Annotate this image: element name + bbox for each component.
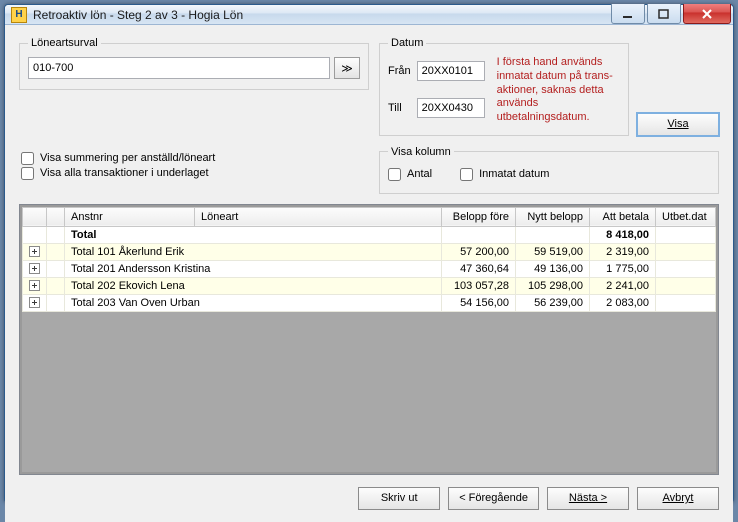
col-rowhead[interactable] [47, 207, 65, 226]
loneart-value: 010-700 [33, 62, 73, 74]
grid-total-row[interactable]: Total 8 418,00 [23, 226, 716, 243]
table-row[interactable]: Total 101 Åkerlund Erik57 200,0059 519,0… [23, 243, 716, 260]
from-date-value: 20XX0101 [422, 65, 473, 77]
expand-icon[interactable] [29, 280, 40, 291]
col-utbet-dat[interactable]: Utbet.dat [656, 207, 716, 226]
chevron-right-double-icon: ≫ [341, 62, 353, 75]
check-antal-label: Antal [407, 168, 432, 180]
col-loneart[interactable]: Löneart [195, 207, 442, 226]
row-nytt-belopp: 56 239,00 [516, 294, 590, 311]
app-icon: H [11, 7, 27, 23]
table-row[interactable]: Total 203 Van Oven Urban54 156,0056 239,… [23, 294, 716, 311]
table-row[interactable]: Total 201 Andersson Kristina47 360,6449 … [23, 260, 716, 277]
to-label: Till [388, 102, 411, 114]
minimize-button[interactable] [611, 4, 645, 24]
titlebar[interactable]: H Retroaktiv lön - Steg 2 av 3 - Hogia L… [5, 5, 733, 25]
col-nytt-belopp[interactable]: Nytt belopp [516, 207, 590, 226]
to-date-input[interactable]: 20XX0430 [417, 98, 485, 118]
maximize-icon [658, 9, 670, 19]
row-belopp-fore: 47 360,64 [442, 260, 516, 277]
row-belopp-fore: 103 057,28 [442, 277, 516, 294]
visa-button-label: Visa [667, 118, 688, 130]
check-inmatat-label: Inmatat datum [479, 168, 549, 180]
loneart-legend: Löneartsurval [28, 37, 101, 49]
check-inmatat-box[interactable] [460, 168, 473, 181]
row-name: Total 101 Åkerlund Erik [65, 243, 442, 260]
check-summary-label: Visa summering per anställd/löneart [40, 152, 215, 164]
prev-button[interactable]: < Föregående [448, 487, 539, 510]
row-nytt-belopp: 59 519,00 [516, 243, 590, 260]
loneart-input[interactable]: 010-700 [28, 57, 330, 79]
check-alltrans-label: Visa alla transaktioner i underlaget [40, 167, 209, 179]
print-button[interactable]: Skriv ut [358, 487, 440, 510]
col-att-betala[interactable]: Att betala [590, 207, 656, 226]
datum-hint: I första hand används inmatat datum på t… [491, 55, 620, 125]
close-icon [700, 8, 714, 20]
row-att-betala: 2 241,00 [590, 277, 656, 294]
col-expand[interactable] [23, 207, 47, 226]
check-summary[interactable]: Visa summering per anställd/löneart [21, 152, 367, 165]
visa-button[interactable]: Visa [637, 113, 719, 136]
row-nytt-belopp: 49 136,00 [516, 260, 590, 277]
check-alltrans-box[interactable] [21, 167, 34, 180]
check-inmatat[interactable]: Inmatat datum [460, 168, 549, 181]
row-name: Total 203 Van Oven Urban [65, 294, 442, 311]
col-belopp-fore[interactable]: Belopp före [442, 207, 516, 226]
data-grid[interactable]: Anstnr Löneart Belopp före Nytt belopp A… [19, 204, 719, 475]
to-date-value: 20XX0430 [422, 102, 473, 114]
grid-total-label: Total [65, 226, 442, 243]
row-name: Total 201 Andersson Kristina [65, 260, 442, 277]
cancel-button[interactable]: Avbryt [637, 487, 719, 510]
datum-legend: Datum [388, 37, 426, 49]
print-button-label: Skriv ut [381, 492, 418, 504]
loneart-group: Löneartsurval 010-700 ≫ [19, 37, 369, 90]
row-att-betala: 2 319,00 [590, 243, 656, 260]
from-date-input[interactable]: 20XX0101 [417, 61, 485, 81]
grid-empty-area [22, 312, 716, 472]
loneart-more-button[interactable]: ≫ [334, 57, 360, 79]
minimize-icon [622, 9, 634, 19]
grid-total-att-betala: 8 418,00 [590, 226, 656, 243]
window-title: Retroaktiv lön - Steg 2 av 3 - Hogia Lön [33, 8, 243, 22]
app-window: H Retroaktiv lön - Steg 2 av 3 - Hogia L… [4, 4, 734, 503]
prev-button-label: < Föregående [459, 492, 528, 504]
close-button[interactable] [683, 4, 731, 24]
row-name: Total 202 Ekovich Lena [65, 277, 442, 294]
expand-icon[interactable] [29, 263, 40, 274]
content-area: Löneartsurval 010-700 ≫ Datum [5, 25, 733, 522]
row-belopp-fore: 54 156,00 [442, 294, 516, 311]
next-button[interactable]: Nästa > [547, 487, 629, 510]
row-att-betala: 2 083,00 [590, 294, 656, 311]
check-alltrans[interactable]: Visa alla transaktioner i underlaget [21, 167, 367, 180]
visa-kolumn-group: Visa kolumn Antal Inmatat datum [379, 146, 719, 194]
maximize-button[interactable] [647, 4, 681, 24]
check-summary-box[interactable] [21, 152, 34, 165]
row-att-betala: 1 775,00 [590, 260, 656, 277]
row-belopp-fore: 57 200,00 [442, 243, 516, 260]
row-nytt-belopp: 105 298,00 [516, 277, 590, 294]
expand-icon[interactable] [29, 246, 40, 257]
expand-icon[interactable] [29, 297, 40, 308]
check-antal-box[interactable] [388, 168, 401, 181]
from-label: Från [388, 65, 411, 77]
check-antal[interactable]: Antal [388, 168, 432, 181]
col-anstnr[interactable]: Anstnr [65, 207, 195, 226]
cancel-button-label: Avbryt [663, 492, 694, 504]
visa-kolumn-legend: Visa kolumn [388, 146, 454, 158]
datum-group: Datum Från 20XX0101 Till 20XX0430 [379, 37, 629, 136]
next-button-label: Nästa > [569, 492, 607, 504]
table-row[interactable]: Total 202 Ekovich Lena103 057,28105 298,… [23, 277, 716, 294]
